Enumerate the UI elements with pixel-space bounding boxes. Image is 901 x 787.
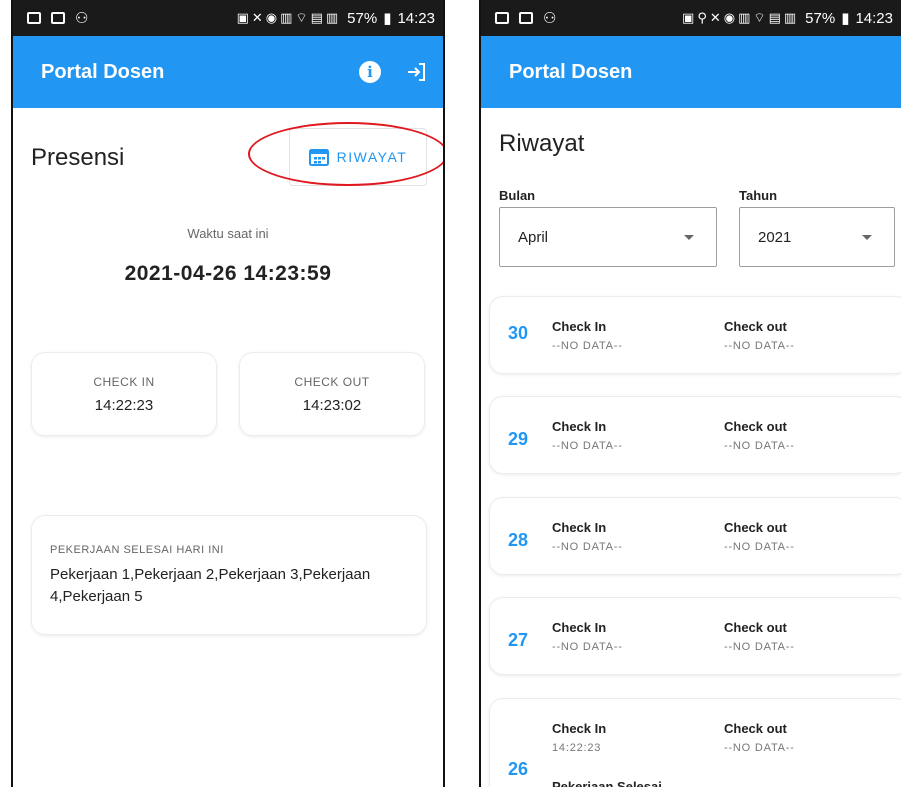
check-out-label: CHECK OUT	[294, 375, 370, 389]
day-number: 30	[508, 323, 529, 343]
check-in-value: 14:22:23	[552, 742, 602, 754]
work-done-text: Pekerjaan 1,Pekerjaan 2,Pekerjaan 3,Peke…	[50, 566, 371, 605]
usb-icon: ⚇	[543, 10, 557, 27]
work-done-label: PEKERJAAN SELESAI HARI INI	[50, 544, 224, 556]
app-title: Portal Dosen	[509, 60, 633, 83]
battery-icon: ▮	[383, 10, 392, 27]
check-out-value: --NO DATA--	[724, 742, 795, 754]
dropdown-arrow-icon	[684, 234, 694, 240]
clock-text: 14:23	[397, 9, 435, 27]
check-in-label: Check In	[552, 319, 607, 334]
day-number: 29	[508, 429, 529, 449]
app-bar: Portal Dosen i	[13, 36, 443, 108]
riwayat-button[interactable]: RIWAYAT	[289, 128, 427, 186]
notification-icons: ⚇	[495, 9, 556, 27]
check-out-card: CHECK OUT 14:23:02	[239, 352, 425, 436]
gallery-icon	[495, 12, 509, 24]
list-item[interactable]: 29 Check In --NO DATA-- Check out --NO DAT…	[489, 396, 901, 474]
list-item[interactable]: 26 Check In 14:22:23 Check out --NO DATA--…	[489, 698, 901, 787]
check-out-value: --NO DATA--	[724, 541, 795, 553]
check-in-label: Check In	[552, 419, 607, 434]
status-bar: ⚇ ▣✕◉▥⌔▤▥ 57% ▮ 14:23	[13, 0, 443, 36]
phone-screen-presensi: ⚇ ▣✕◉▥⌔▤▥ 57% ▮ 14:23 Portal Dosen i Pre…	[11, 0, 445, 787]
day-number: 28	[508, 530, 529, 550]
logout-icon[interactable]	[405, 60, 429, 84]
bulan-value: April	[518, 228, 549, 246]
check-in-label: Check In	[552, 520, 607, 535]
check-out-label: Check out	[724, 620, 787, 635]
check-in-label: Check In	[552, 620, 607, 635]
app-bar: Portal Dosen	[481, 36, 901, 108]
calendar-icon	[308, 149, 329, 166]
check-out-value: --NO DATA--	[724, 340, 795, 352]
status-bar: ⚇ ▣⚲✕◉▥⌔▤▥ 57% ▮ 14:23	[481, 0, 901, 36]
day-number: 26	[508, 759, 529, 779]
page-title: Presensi	[31, 144, 125, 171]
riwayat-button-label: RIWAYAT	[336, 149, 408, 165]
check-out-label: Check out	[724, 520, 787, 535]
phone-screen-riwayat: ⚇ ▣⚲✕◉▥⌔▤▥ 57% ▮ 14:23 Portal Dosen Riwa…	[479, 0, 901, 787]
check-in-value: --NO DATA--	[552, 340, 623, 352]
tahun-value: 2021	[758, 228, 792, 246]
check-in-value: --NO DATA--	[552, 440, 623, 452]
bulan-dropdown[interactable]: April	[499, 207, 717, 267]
check-in-value: 14:22:23	[94, 397, 154, 414]
bulan-label: Bulan	[499, 188, 536, 203]
battery-icon: ▮	[841, 10, 850, 27]
tahun-dropdown[interactable]: 2021	[739, 207, 895, 267]
battery-text: 57%	[347, 9, 378, 27]
current-time: 2021-04-26 14:23:59	[124, 262, 332, 285]
work-done-card: PEKERJAAN SELESAI HARI INI Pekerjaan 1,P…	[31, 515, 427, 635]
check-out-value: --NO DATA--	[724, 641, 795, 653]
gallery-icon	[27, 12, 41, 24]
clock-text: 14:23	[855, 9, 893, 27]
page-title: Riwayat	[499, 130, 585, 157]
screen-icon	[519, 12, 533, 24]
check-in-label: CHECK IN	[93, 375, 155, 389]
day-number: 27	[508, 630, 529, 650]
tahun-label: Tahun	[739, 188, 778, 203]
work-done-label: Pekerjaan Selesai	[552, 779, 662, 787]
check-out-label: Check out	[724, 319, 787, 334]
usb-icon: ⚇	[75, 10, 89, 27]
notification-icons: ⚇	[27, 9, 88, 27]
check-in-label: Check In	[552, 721, 607, 736]
signal-icons: ▣✕◉▥⌔▤▥	[236, 10, 342, 25]
signal-icons: ▣⚲✕◉▥⌔▤▥	[682, 10, 800, 25]
check-out-label: Check out	[724, 721, 787, 736]
check-in-value: --NO DATA--	[552, 541, 623, 553]
list-item[interactable]: 30 Check In --NO DATA-- Check out --NO DAT…	[489, 296, 901, 374]
battery-text: 57%	[805, 9, 836, 27]
check-out-value: 14:23:02	[302, 397, 362, 414]
list-item[interactable]: 27 Check In --NO DATA-- Check out --NO DAT…	[489, 597, 901, 675]
list-item[interactable]: 28 Check In --NO DATA-- Check out --NO DAT…	[489, 497, 901, 575]
screen-icon	[51, 12, 65, 24]
check-out-label: Check out	[724, 419, 787, 434]
check-in-card: CHECK IN 14:22:23	[31, 352, 217, 436]
check-out-value: --NO DATA--	[724, 440, 795, 452]
dropdown-arrow-icon	[862, 234, 872, 240]
app-title: Portal Dosen	[41, 60, 165, 83]
info-icon[interactable]: i	[359, 61, 381, 83]
check-in-value: --NO DATA--	[552, 641, 623, 653]
time-label: Waktu saat ini	[187, 226, 269, 241]
